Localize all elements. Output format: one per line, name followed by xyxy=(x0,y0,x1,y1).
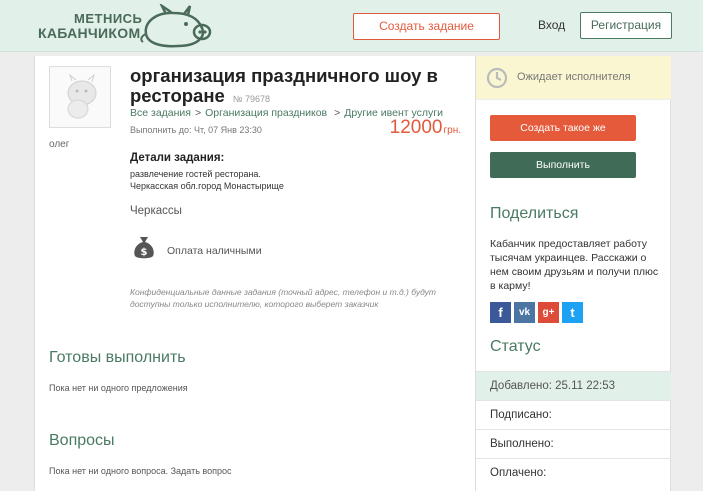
details-description: развлечение гостей ресторана. Черкасская… xyxy=(130,168,284,192)
confidential-note: Конфиденциальные данные задания (точный … xyxy=(130,287,437,309)
breadcrumb-separator: > xyxy=(194,107,202,119)
perform-button[interactable]: Выполнить xyxy=(490,152,636,178)
status-banner: Ожидает исполнителя xyxy=(476,56,671,100)
breadcrumb-separator: > xyxy=(334,107,341,119)
offers-empty-text: Пока нет ни одного предложения xyxy=(49,383,188,393)
task-city: Черкассы xyxy=(130,205,182,217)
task-sidebar: Ожидает исполнителя Создать такое же Вып… xyxy=(475,56,671,491)
status-row-done: Выполнено: xyxy=(476,429,671,458)
login-link[interactable]: Вход xyxy=(538,18,565,32)
task-number: № 79678 xyxy=(232,94,270,104)
details-heading: Детали задания: xyxy=(130,152,225,164)
create-similar-button[interactable]: Создать такое же xyxy=(490,115,636,141)
social-buttons: f vk g+ t xyxy=(490,302,583,323)
share-description: Кабанчик предоставляет работу тысячам ук… xyxy=(490,238,659,292)
breadcrumb-category[interactable]: Организация праздников xyxy=(205,107,327,119)
details-line: развлечение гостей ресторана. xyxy=(130,169,261,179)
twitter-icon[interactable]: t xyxy=(562,302,583,323)
status-heading: Статус xyxy=(490,338,541,355)
logo-line2: КАБАНЧИКОМ xyxy=(38,25,141,41)
site-logo[interactable]: МЕТНИСЬ КАБАНЧИКОМ xyxy=(38,11,143,41)
page-title: организация праздничного шоу в ресторане… xyxy=(130,66,450,109)
svg-text:$: $ xyxy=(141,247,148,258)
questions-heading: Вопросы xyxy=(49,432,115,449)
breadcrumb-all-tasks[interactable]: Все задания xyxy=(130,107,191,119)
avatar[interactable] xyxy=(49,66,111,128)
offers-heading: Готовы выполнить xyxy=(49,349,186,366)
questions-empty-text[interactable]: Пока нет ни одного вопроса. Задать вопро… xyxy=(49,466,232,476)
register-button[interactable]: Регистрация xyxy=(580,12,672,39)
pig-logo-icon xyxy=(140,4,212,48)
create-task-button[interactable]: Создать задание xyxy=(353,13,500,40)
vkontakte-icon[interactable]: vk xyxy=(514,302,535,323)
payment-method: Оплата наличными xyxy=(167,245,262,257)
status-row-added: Добавлено: 25.11 22:53 xyxy=(476,371,671,400)
pig-avatar-icon xyxy=(67,73,97,119)
task-main-panel: олег организация праздничного шоу в рест… xyxy=(34,56,476,491)
status-row-paid: Оплачено: xyxy=(476,458,671,487)
share-heading: Поделиться xyxy=(490,205,579,222)
task-author[interactable]: олег xyxy=(49,139,69,150)
task-title-text: организация праздничного шоу в ресторане xyxy=(130,65,438,106)
task-price: 12000грн. xyxy=(390,117,461,139)
clock-icon xyxy=(486,67,508,89)
task-deadline: Выполнить до: Чт, 07 Янв 23:30 xyxy=(130,125,262,135)
money-bag-icon: $ xyxy=(134,237,154,259)
price-unit: грн. xyxy=(443,125,461,136)
logo-line1: МЕТНИСЬ xyxy=(74,11,143,26)
site-header: МЕТНИСЬ КАБАНЧИКОМ Создать задание Вход … xyxy=(0,0,703,52)
status-row-signed: Подписано: xyxy=(476,400,671,429)
facebook-icon[interactable]: f xyxy=(490,302,511,323)
status-waiting-text: Ожидает исполнителя xyxy=(517,71,631,83)
details-line: Черкасская обл.город Монастырище xyxy=(130,181,284,191)
google-plus-icon[interactable]: g+ xyxy=(538,302,559,323)
price-value: 12000 xyxy=(389,117,443,138)
